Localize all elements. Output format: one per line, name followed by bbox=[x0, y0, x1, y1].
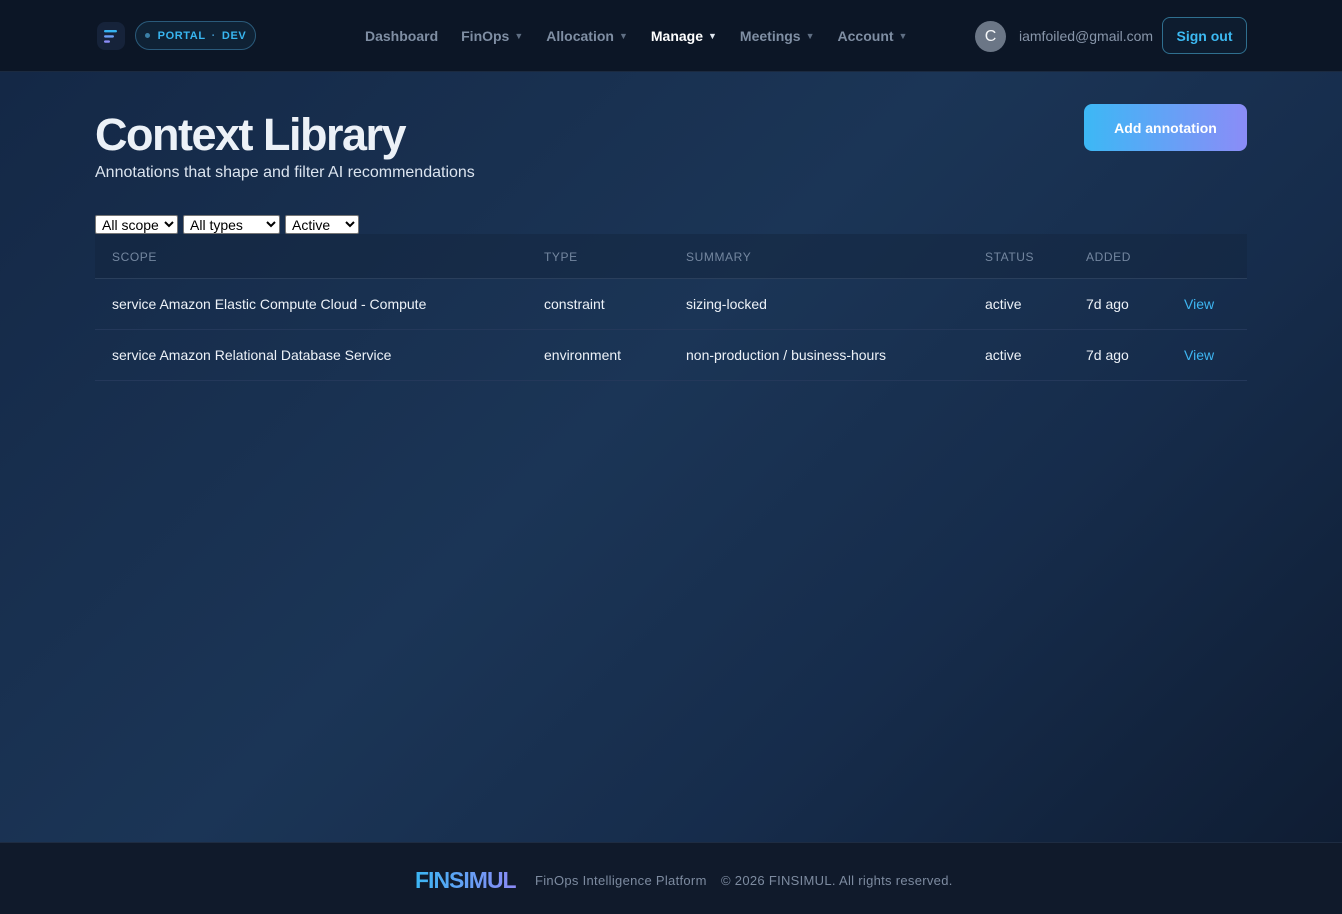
chevron-down-icon: ▼ bbox=[514, 31, 524, 41]
table-header: SCOPE TYPE SUMMARY STATUS ADDED bbox=[95, 234, 1247, 279]
column-header-scope[interactable]: SCOPE bbox=[112, 250, 157, 264]
table-row[interactable]: service Amazon Elastic Compute Cloud - C… bbox=[95, 279, 1247, 330]
page-title: Context Library bbox=[95, 109, 407, 160]
avatar[interactable]: C bbox=[975, 21, 1006, 52]
nav-item-meetings[interactable]: Meetings ▼ bbox=[740, 28, 815, 44]
top-navigation-bar: PORTAL · DEV Dashboard FinOps ▼ Allocati… bbox=[0, 0, 1342, 72]
status-dot-icon bbox=[144, 33, 150, 38]
column-header-added[interactable]: ADDED bbox=[1086, 250, 1131, 264]
environment-badge: PORTAL · DEV bbox=[135, 21, 256, 50]
nav-label: FinOps bbox=[461, 28, 510, 44]
cell-status: active bbox=[985, 296, 1022, 312]
nav-label: Allocation bbox=[546, 28, 614, 44]
add-annotation-button[interactable]: Add annotation bbox=[1084, 104, 1247, 151]
status-filter-select[interactable]: Active bbox=[285, 215, 359, 234]
nav-label: Dashboard bbox=[365, 28, 439, 44]
cell-scope: service Amazon Elastic Compute Cloud - C… bbox=[112, 296, 427, 312]
page-footer: FINSIMUL FinOps Intelligence Platform © … bbox=[0, 842, 1342, 914]
sign-out-button[interactable]: Sign out bbox=[1162, 17, 1247, 54]
chevron-down-icon: ▼ bbox=[805, 31, 815, 41]
cell-status: active bbox=[985, 347, 1022, 363]
nav-item-finops[interactable]: FinOps ▼ bbox=[461, 28, 523, 44]
app-logo-icon[interactable] bbox=[97, 22, 125, 50]
nav-label: Account bbox=[837, 28, 894, 44]
footer-brand-logo[interactable]: FINSIMUL bbox=[415, 867, 517, 894]
nav-item-allocation[interactable]: Allocation ▼ bbox=[546, 28, 628, 44]
nav-item-account[interactable]: Account ▼ bbox=[838, 28, 908, 44]
environment-value: DEV bbox=[221, 29, 247, 42]
scope-filter-select[interactable]: All scopes bbox=[95, 215, 178, 234]
table-row[interactable]: service Amazon Relational Database Servi… bbox=[95, 330, 1247, 381]
cell-summary: non-production / business-hours bbox=[686, 347, 887, 363]
column-header-summary[interactable]: SUMMARY bbox=[686, 250, 751, 264]
view-link[interactable]: View bbox=[1184, 296, 1214, 312]
filter-bar: All scopes All types Active bbox=[95, 215, 359, 234]
user-email: iamfoiled@gmail.com bbox=[1019, 28, 1154, 44]
type-filter-select[interactable]: All types bbox=[183, 215, 280, 234]
page-subtitle: Annotations that shape and filter AI rec… bbox=[95, 164, 475, 181]
environment-label: PORTAL bbox=[157, 29, 206, 42]
column-header-type[interactable]: TYPE bbox=[544, 250, 578, 264]
environment-separator: · bbox=[211, 29, 216, 42]
chevron-down-icon: ▼ bbox=[898, 31, 908, 41]
nav-item-dashboard[interactable]: Dashboard bbox=[365, 28, 438, 44]
view-link[interactable]: View bbox=[1184, 347, 1214, 363]
nav-item-manage[interactable]: Manage ▼ bbox=[651, 28, 717, 44]
cell-type: constraint bbox=[544, 296, 605, 312]
footer-copyright: © 2026 FINSIMUL. All rights reserved. bbox=[721, 873, 953, 888]
main-nav: Dashboard FinOps ▼ Allocation ▼ Manage ▼… bbox=[365, 0, 907, 72]
cell-summary: sizing-locked bbox=[686, 296, 767, 312]
nav-label: Manage bbox=[650, 28, 703, 44]
main-content: Context Library Annotations that shape a… bbox=[0, 72, 1342, 842]
chevron-down-icon: ▼ bbox=[618, 31, 628, 41]
annotations-table: SCOPE TYPE SUMMARY STATUS ADDED service … bbox=[95, 234, 1247, 381]
cell-added: 7d ago bbox=[1086, 296, 1129, 312]
cell-type: environment bbox=[544, 347, 622, 363]
chevron-down-icon: ▼ bbox=[708, 31, 717, 41]
cell-scope: service Amazon Relational Database Servi… bbox=[112, 347, 392, 363]
footer-tagline: FinOps Intelligence Platform bbox=[535, 873, 707, 888]
column-header-status[interactable]: STATUS bbox=[985, 250, 1034, 264]
cell-added: 7d ago bbox=[1086, 347, 1129, 363]
nav-label: Meetings bbox=[739, 28, 801, 44]
